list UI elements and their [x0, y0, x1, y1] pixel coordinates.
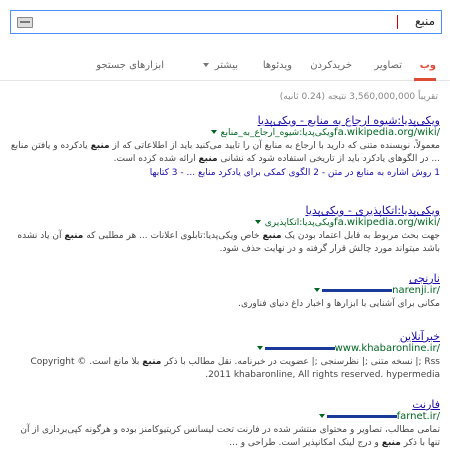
query-highlight: منبع	[381, 438, 401, 448]
chevron-down-icon[interactable]	[256, 346, 263, 350]
result-url[interactable]: www.khabaronline.ir/	[10, 343, 440, 354]
active-tab-indicator	[414, 78, 436, 81]
result-breadcrumb: ویکی‌پدیا:اتکاپذیری	[264, 218, 335, 228]
query-highlight: منبع	[64, 231, 84, 241]
chevron-down-icon[interactable]	[210, 130, 217, 134]
result-title[interactable]: ویکی‌پدیا:اتکاپذیری - ویکی‌پدیا	[10, 204, 440, 217]
chevron-down-icon[interactable]	[314, 288, 321, 292]
chevron-down-icon	[202, 63, 209, 67]
result-url-text: fa.wikipedia.org/wiki/	[334, 127, 440, 138]
query-highlight: منبع	[262, 231, 282, 241]
search-result: ویکی‌پدیا:شیوه ارجاع به منابع - ویکی‌پدی…	[10, 114, 440, 178]
query-highlight: منبع	[142, 357, 162, 367]
search-tabs: وب تصاویر خریدکردن ویدئوها بیشتر ابزارها…	[0, 52, 450, 81]
result-title[interactable]: ویکی‌پدیا:شیوه ارجاع به منابع - ویکی‌پدی…	[10, 114, 440, 127]
search-input[interactable]: منبع	[415, 14, 435, 28]
tab-web[interactable]: وب	[420, 60, 436, 71]
result-title[interactable]: خبرآنلاین	[10, 330, 440, 343]
tab-search-tools[interactable]: ابزارهای جستجو	[96, 60, 164, 71]
redacted-link	[264, 346, 335, 350]
result-url-text: fa.wikipedia.org/wiki/	[334, 217, 440, 228]
result-url[interactable]: ویکی‌پدیا:شیوه_ارجاع_به_منابعfa.wikipedi…	[10, 127, 440, 138]
result-url-text: narenji.ir/	[392, 285, 440, 296]
query-highlight: منبع	[90, 141, 110, 151]
tab-more[interactable]: بیشتر	[202, 60, 238, 71]
search-box[interactable]: منبع	[10, 10, 442, 34]
text-cursor	[397, 15, 398, 29]
result-url-text: farnet.ir/	[396, 411, 440, 422]
result-title[interactable]: فارنت	[10, 398, 440, 411]
result-snippet: جهت بحث مربوط به قابل اعتماد بودن یک منب…	[17, 231, 440, 254]
result-snippet: مکانی برای آشنایی با ابزارها و اخبار داغ…	[238, 299, 440, 309]
search-result: خبرآنلاین www.khabaronline.ir/ Rss ;| نس…	[10, 330, 441, 382]
tab-videos[interactable]: ویدئوها	[263, 60, 292, 71]
search-result: نارنجی narenji.ir/ مکانی برای آشنایی با …	[10, 272, 440, 311]
query-highlight: منبع	[198, 154, 218, 164]
redacted-link	[322, 288, 393, 292]
result-title[interactable]: نارنجی	[10, 272, 440, 285]
keyboard-icon[interactable]	[17, 17, 33, 28]
result-url-text: www.khabaronline.ir/	[334, 343, 440, 354]
result-snippet: Rss ;| نسخه متنی ;| نظرسنجی ;| عضویت در …	[30, 357, 441, 380]
result-breadcrumb: ویکی‌پدیا:شیوه_ارجاع_به_منابع	[220, 128, 335, 138]
search-result: فارنت farnet.ir/ تمامی مطالب، تصاویر و م…	[10, 398, 440, 450]
tab-shopping[interactable]: خریدکردن	[310, 60, 352, 71]
result-stats: تقریباً 3,560,000,000 نتیجه (0.24 ثانیه)	[279, 92, 438, 102]
search-result: ویکی‌پدیا:اتکاپذیری - ویکی‌پدیا ویکی‌پدی…	[10, 204, 440, 256]
result-url[interactable]: ویکی‌پدیا:اتکاپذیریfa.wikipedia.org/wiki…	[10, 217, 440, 228]
result-snippet: تمامی مطالب، تصاویر و محتوای منتشر شده د…	[20, 425, 440, 448]
result-snippet: معمولاً، نویسنده متنی که دارید با ارجاع …	[10, 141, 440, 164]
result-url[interactable]: narenji.ir/	[10, 285, 440, 296]
result-url[interactable]: farnet.ir/	[10, 411, 440, 422]
tab-more-label: بیشتر	[214, 60, 238, 71]
chevron-down-icon[interactable]	[254, 220, 261, 224]
redacted-link	[326, 414, 397, 418]
result-sitelinks[interactable]: 1 روش اشاره به منابع در متن - 2 الگوی کم…	[10, 168, 440, 178]
chevron-down-icon[interactable]	[318, 414, 325, 418]
tab-images[interactable]: تصاویر	[374, 60, 402, 71]
